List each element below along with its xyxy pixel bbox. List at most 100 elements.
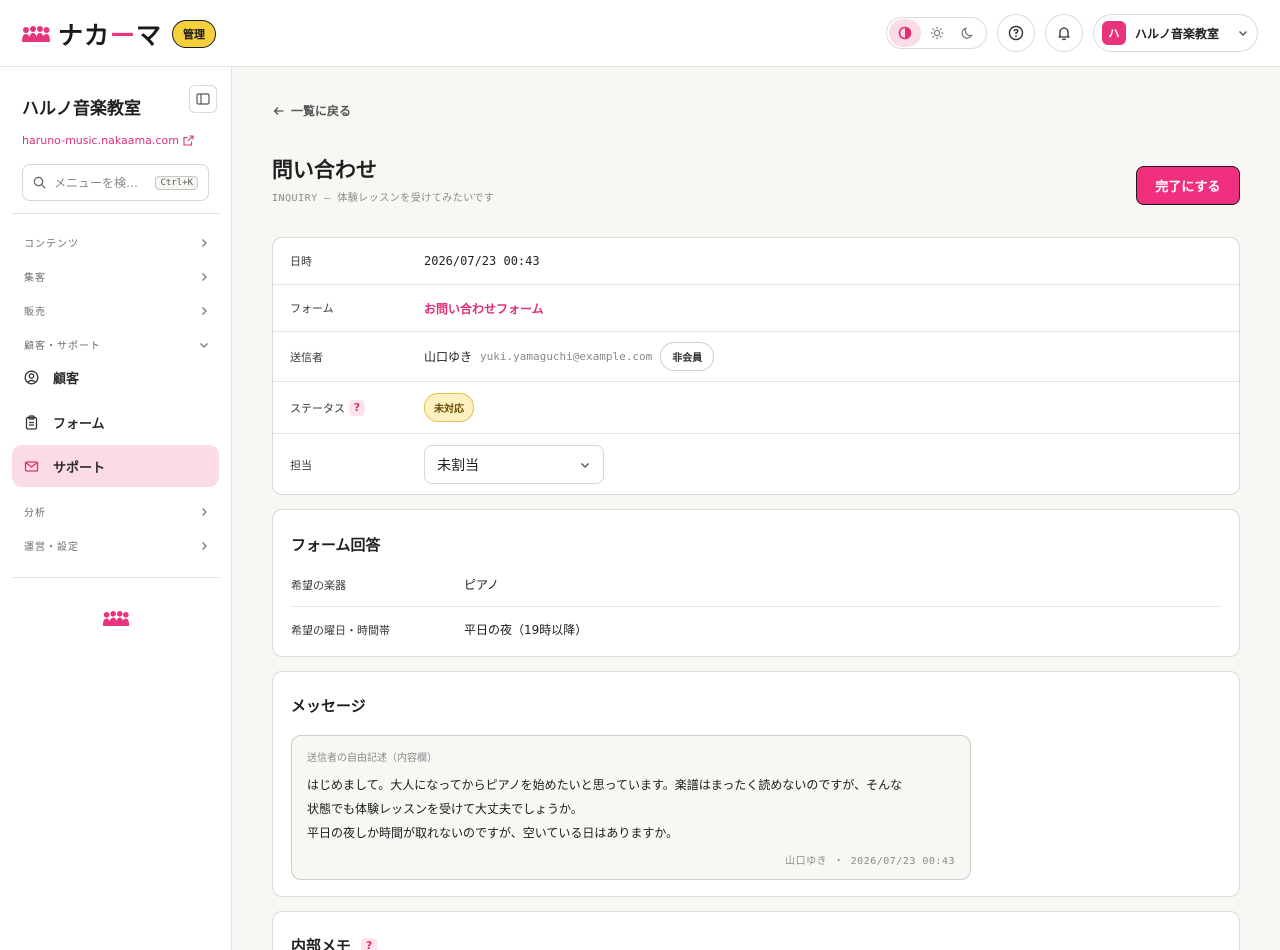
workspace-url-link[interactable]: haruno-music.nakaama.com: [22, 134, 194, 147]
form-answers-card: フォーム回答 希望の楽器 ピアノ 希望の曜日・時間帯 平日の夜（19時以降）: [272, 509, 1240, 657]
help-icon[interactable]: ?: [361, 937, 378, 950]
clipboard-icon: [24, 414, 39, 430]
chevron-down-icon: [1237, 27, 1249, 39]
answer-label: 希望の曜日・時間帯: [291, 623, 390, 637]
detail-row-sender: 送信者 山口ゆき yuki.yamaguchi@example.com 非会員: [273, 332, 1239, 382]
theme-switcher: [886, 17, 987, 49]
page-subtitle: INQUIRY — 体験レッスンを受けてみたいです: [272, 193, 495, 204]
back-to-list-link[interactable]: 一覧に戻る: [273, 102, 351, 119]
sidebar-panel-icon: [196, 93, 210, 105]
assignee-selected-value: 未割当: [437, 457, 479, 474]
account-name: ハルノ音楽教室: [1135, 26, 1220, 41]
sun-icon: [930, 26, 944, 40]
mail-icon: [24, 459, 39, 474]
help-icon[interactable]: ?: [349, 399, 365, 416]
notifications-button[interactable]: [1045, 14, 1083, 52]
nav-group-label: 顧客・サポート: [24, 341, 101, 352]
message-line: 平日の夜しか時間が取れないのですが、空いている日はありますか。: [307, 826, 679, 840]
sender-email: yuki.yamaguchi@example.com: [480, 350, 653, 363]
message-meta: 山口ゆき ・ 2026/07/23 00:43: [785, 856, 955, 867]
mark-complete-button[interactable]: 完了にする: [1136, 166, 1240, 205]
answer-row: 希望の曜日・時間帯 平日の夜（19時以降）: [291, 621, 1221, 638]
top-bar: ナカーマ 管理 ハ ハルノ音楽教室: [0, 0, 1280, 67]
message-caption: 送信者の自由記述（内容欄）: [307, 753, 437, 764]
nav-group-customer-support[interactable]: 顧客・サポート: [24, 337, 209, 352]
internal-memo-heading: 内部メモ ?: [291, 935, 378, 950]
page-title: 問い合わせ: [272, 158, 377, 182]
theme-dark-button[interactable]: [952, 19, 984, 47]
contrast-icon: [898, 26, 912, 40]
bell-icon: [1056, 25, 1072, 41]
status-value-wrap: 未対応: [424, 393, 474, 422]
internal-memo-card: 内部メモ ?: [272, 911, 1240, 950]
help-button[interactable]: [997, 14, 1035, 52]
status-badge[interactable]: 未対応: [424, 393, 474, 422]
detail-row-status: ステータス ? 未対応: [273, 382, 1239, 434]
account-menu[interactable]: ハ ハルノ音楽教室: [1093, 14, 1258, 52]
status-label-wrap: ステータス ?: [290, 399, 365, 416]
theme-light-button[interactable]: [921, 19, 953, 47]
brand-name: ナカーマ: [58, 21, 163, 50]
sender-name[interactable]: 山口ゆき: [424, 348, 472, 365]
divider: [12, 213, 219, 214]
nav-group-analytics[interactable]: 分析: [24, 504, 209, 519]
sidebar-item-label: サポート: [53, 460, 106, 476]
form-link[interactable]: お問い合わせフォーム: [424, 300, 544, 317]
arrow-left-icon: [273, 105, 285, 117]
assignee-select[interactable]: 未割当: [424, 445, 604, 484]
user-circle-icon: [24, 370, 39, 385]
assignee-value-wrap: 未割当: [424, 445, 604, 484]
message-box: 送信者の自由記述（内容欄） はじめまして。大人になってからピアノを始めたいと思っ…: [291, 735, 971, 880]
menu-search-input[interactable]: メニューを検… Ctrl+K: [22, 164, 209, 201]
nav-group-label: 集客: [24, 273, 46, 284]
people-logo-icon: [102, 611, 130, 626]
nav-group-marketing[interactable]: 集客: [24, 269, 209, 284]
detail-row-form: フォーム お問い合わせフォーム: [273, 285, 1239, 332]
detail-row-assignee: 担当 未割当: [273, 434, 1239, 495]
answer-label: 希望の楽器: [291, 578, 346, 592]
nav-group-label: 運営・設定: [24, 542, 79, 553]
help-icon: [1008, 25, 1024, 41]
sidebar-item-support[interactable]: サポート: [12, 445, 219, 487]
account-avatar: ハ: [1102, 21, 1126, 45]
nav-group-contents[interactable]: コンテンツ: [24, 235, 209, 250]
sidebar-item-label: 顧客: [53, 371, 80, 387]
inquiry-details-card: 日時 2026/07/23 00:43 フォーム お問い合わせフォーム 送信者 …: [272, 237, 1240, 495]
answer-value: ピアノ: [464, 578, 499, 592]
detail-row-datetime: 日時 2026/07/23 00:43: [273, 238, 1239, 285]
chevron-down-icon: [199, 340, 209, 350]
sidebar-collapse-button[interactable]: [189, 85, 217, 113]
theme-auto-button[interactable]: [889, 19, 921, 47]
sidebar-item-forms[interactable]: フォーム: [12, 401, 219, 443]
divider: [12, 577, 219, 578]
answer-row: 希望の楽器 ピアノ: [291, 576, 1221, 593]
datetime-label: 日時: [290, 255, 312, 268]
chevron-right-icon: [199, 507, 209, 517]
moon-icon: [961, 26, 975, 40]
sidebar-item-label: フォーム: [53, 416, 105, 432]
chevron-down-icon: [579, 459, 591, 471]
sidebar-item-customers[interactable]: 顧客: [12, 356, 219, 398]
internal-memo-title: 内部メモ: [291, 937, 352, 950]
back-label: 一覧に戻る: [291, 104, 352, 118]
divider: [291, 606, 1221, 607]
workspace-title: ハルノ音楽教室: [22, 99, 141, 119]
app-logo[interactable]: ナカーマ 管理: [22, 18, 217, 50]
chevron-right-icon: [199, 541, 209, 551]
nav-group-sales[interactable]: 販売: [24, 303, 209, 318]
message-line: 状態でも体験レッスンを受けて大丈夫でしょうか。: [307, 802, 583, 816]
workspace-url-text: haruno-music.nakaama.com: [22, 134, 179, 147]
form-answers-title: フォーム回答: [291, 536, 381, 554]
chevron-right-icon: [199, 306, 209, 316]
status-label: ステータス: [290, 401, 345, 415]
nav-group-operations-settings[interactable]: 運営・設定: [24, 538, 209, 553]
admin-badge: 管理: [172, 20, 217, 48]
answer-value: 平日の夜（19時以降）: [464, 623, 588, 637]
people-logo-icon: [22, 26, 50, 42]
search-shortcut: Ctrl+K: [155, 175, 198, 190]
member-status-badge: 非会員: [660, 342, 715, 371]
search-icon: [33, 176, 46, 189]
message-card: メッセージ 送信者の自由記述（内容欄） はじめまして。大人になってからピアノを始…: [272, 671, 1240, 897]
nav-group-label: 分析: [24, 508, 46, 519]
nav-group-label: コンテンツ: [24, 239, 79, 250]
